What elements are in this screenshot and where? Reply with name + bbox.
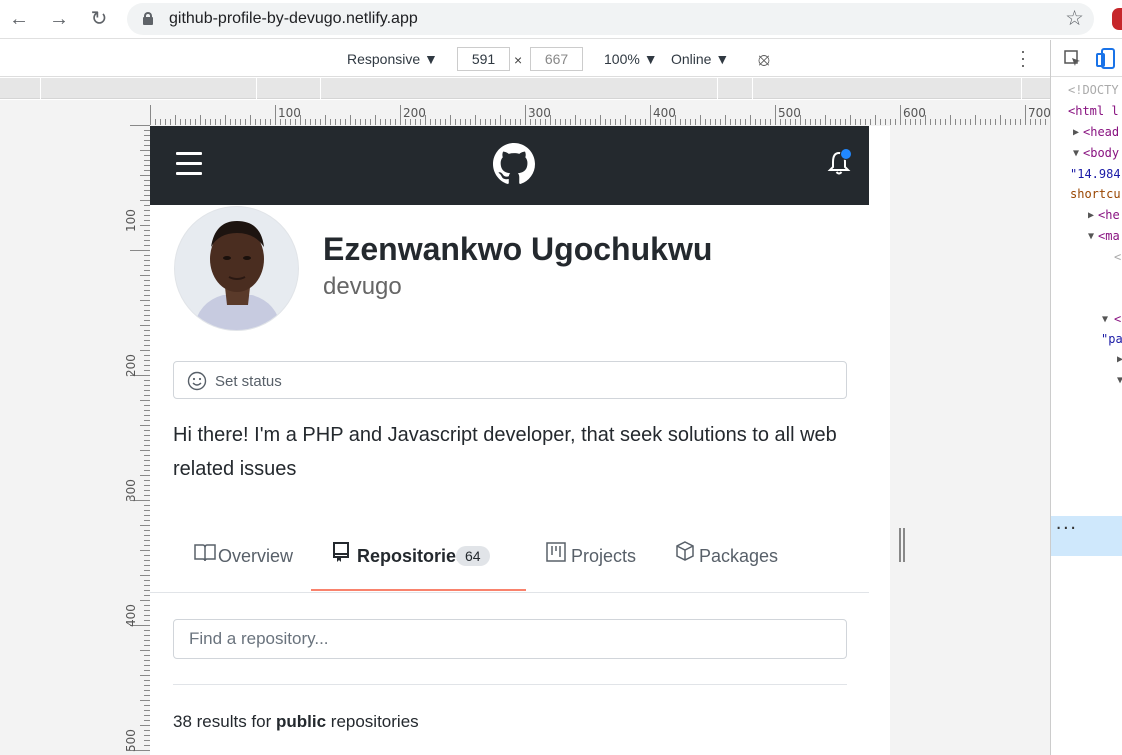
devtools-panel: <!DOCTY <html l <head <body "14.984 shor… (1050, 40, 1122, 755)
profile-username: devugo (323, 273, 402, 300)
repo-icon (333, 542, 349, 562)
expand-triangle-icon[interactable]: ▼ (1102, 314, 1108, 325)
results-suffix: repositories (326, 712, 419, 731)
results-summary: 38 results for public repositories (173, 712, 419, 732)
rotate-icon[interactable]: ⦻ (758, 49, 770, 70)
devtools-toolbar (1051, 40, 1122, 77)
lock-icon (143, 12, 153, 25)
tab-repositories[interactable]: Repositories 64 (311, 541, 526, 591)
expand-triangle-icon[interactable]: ▶ (1088, 210, 1094, 221)
ruler-label: 100 (124, 209, 138, 232)
extension-icon[interactable] (1112, 8, 1122, 30)
repositories-count-badge: 64 (456, 546, 490, 566)
device-toolbar: Responsive ▼ 591 × 667 100% ▼ Online ▼ ⦻… (0, 40, 1050, 77)
avatar-photo (175, 207, 298, 330)
device-resize-handle[interactable] (899, 528, 905, 562)
ruler-label: 400 (653, 106, 676, 120)
package-icon (676, 541, 694, 561)
profile-bio: Hi there! I'm a PHP and Javascript devel… (173, 424, 837, 480)
ruler-label: 300 (528, 106, 551, 120)
book-icon (194, 544, 216, 562)
set-status-label: Set status (215, 373, 282, 390)
smiley-icon (187, 371, 207, 391)
emulated-device-page: Ezenwankwo Ugochukwu devugo Set status H… (150, 126, 890, 755)
dom-ellipsis[interactable]: ... (1055, 518, 1077, 532)
media-query-segment[interactable] (320, 78, 718, 99)
find-repository-input[interactable] (189, 629, 829, 649)
github-header (150, 126, 869, 205)
ruler-label: 500 (778, 106, 801, 120)
hamburger-menu-icon[interactable] (176, 152, 202, 176)
reload-icon[interactable]: ↻ (85, 6, 113, 32)
notification-unread-dot (840, 148, 852, 160)
project-board-icon (546, 542, 566, 562)
dom-line[interactable]: <he (1098, 208, 1120, 222)
dom-line[interactable]: <ma (1098, 229, 1120, 243)
device-toggle-icon[interactable] (1096, 48, 1116, 70)
ruler-label: 200 (124, 354, 138, 377)
expand-triangle-icon[interactable]: ▼ (1073, 148, 1079, 159)
profile-tabs: Overview Repositories 64 Projects Packag… (150, 526, 869, 593)
expand-triangle-icon[interactable]: ▶ (1073, 127, 1079, 138)
network-throttle-select[interactable]: Online ▼ (671, 51, 729, 67)
expand-triangle-icon[interactable]: ▶ (1117, 354, 1122, 365)
dimension-separator: × (514, 52, 523, 68)
browser-address-bar: ← → ↻ github-profile-by-devugo.netlify.a… (0, 0, 1122, 39)
back-icon[interactable]: ← (5, 6, 33, 32)
dom-line[interactable]: "pa (1101, 332, 1122, 346)
ruler-label: 700 (1028, 106, 1051, 120)
viewport-height-input[interactable]: 667 (530, 47, 583, 71)
tab-projects-label: Projects (571, 546, 637, 566)
results-type: public (276, 712, 327, 731)
divider (173, 684, 847, 685)
find-repository-field[interactable] (173, 619, 847, 659)
github-logo-icon[interactable] (493, 143, 535, 185)
media-query-segment[interactable] (752, 78, 1022, 99)
dom-line[interactable]: "14.984 (1070, 167, 1121, 181)
results-count-text: 38 results for (173, 712, 276, 731)
tab-overview-label: Overview (218, 546, 294, 566)
profile-name: Ezenwankwo Ugochukwu (323, 231, 713, 267)
zoom-select[interactable]: 100% ▼ (604, 51, 658, 67)
dom-line[interactable]: <html l (1068, 104, 1119, 118)
avatar[interactable] (174, 206, 299, 331)
ruler-label: 300 (124, 479, 138, 502)
expand-triangle-icon[interactable]: ▼ (1117, 375, 1122, 386)
ruler-label: 400 (124, 604, 138, 627)
dom-line[interactable]: shortcu (1070, 187, 1121, 201)
ruler-label: 100 (278, 106, 301, 120)
dom-line[interactable]: <!DOCTY (1068, 83, 1119, 97)
tab-packages-label: Packages (699, 546, 779, 566)
ruler-label: 200 (403, 106, 426, 120)
expand-triangle-icon[interactable]: ▼ (1088, 231, 1094, 242)
dom-line[interactable]: < (1114, 250, 1121, 264)
forward-icon[interactable]: → (45, 6, 73, 32)
set-status-button[interactable]: Set status (173, 361, 847, 399)
more-options-icon[interactable]: · · · (1020, 42, 1026, 74)
omnibox[interactable]: github-profile-by-devugo.netlify.app ☆ (127, 3, 1094, 35)
url-text[interactable]: github-profile-by-devugo.netlify.app (169, 10, 418, 28)
ruler-label: 500 (124, 729, 138, 752)
device-mode-select[interactable]: Responsive ▼ (347, 51, 438, 67)
media-query-bar[interactable] (0, 78, 1050, 99)
inspect-element-icon[interactable] (1063, 49, 1083, 69)
dom-line[interactable]: <body (1083, 146, 1119, 160)
ruler-label: 600 (903, 106, 926, 120)
bookmark-star-icon[interactable]: ☆ (1065, 6, 1084, 31)
tab-repositories-label: Repositories (357, 546, 467, 566)
dom-line[interactable]: < (1114, 312, 1121, 326)
dom-line[interactable]: <head (1083, 125, 1119, 139)
media-query-segment[interactable] (40, 78, 257, 99)
viewport-width-input[interactable]: 591 (457, 47, 510, 71)
